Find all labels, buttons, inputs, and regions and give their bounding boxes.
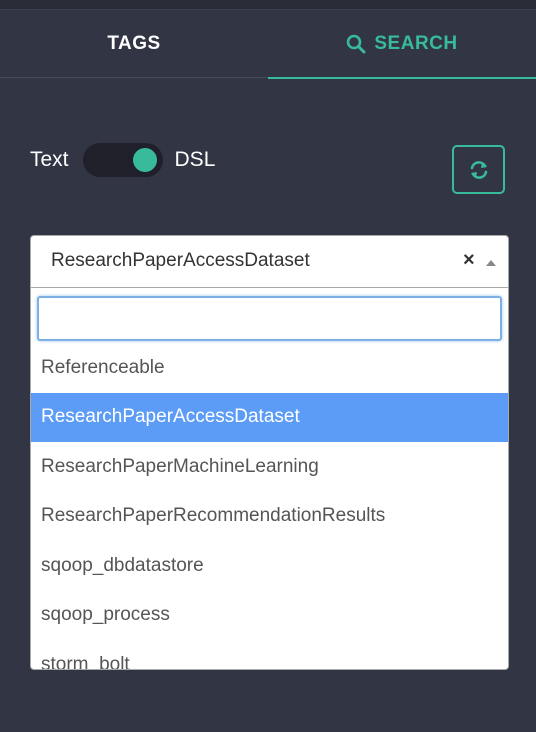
list-item[interactable]: ResearchPaperMachineLearning xyxy=(31,442,508,492)
top-bar xyxy=(0,0,536,10)
list-item[interactable]: ResearchPaperRecommendationResults xyxy=(31,492,508,542)
select-search-input[interactable] xyxy=(37,296,502,341)
type-select: ResearchPaperAccessDataset × Referenceab… xyxy=(30,235,509,670)
list-item[interactable]: storm_bolt xyxy=(31,640,508,669)
tab-tags-label: TAGS xyxy=(107,33,161,54)
search-icon xyxy=(347,34,366,54)
list-item[interactable]: ResearchPaperAccessDataset xyxy=(31,392,508,442)
options-list: Referenceable ResearchPaperAccessDataset R… xyxy=(31,343,508,669)
active-tab-indicator xyxy=(268,77,536,79)
select-header[interactable]: ResearchPaperAccessDataset × xyxy=(31,236,508,288)
tab-search[interactable]: SEARCH xyxy=(268,10,536,79)
list-item[interactable]: sqoop_process xyxy=(31,591,508,641)
selected-value: ResearchPaperAccessDataset xyxy=(51,250,310,271)
tab-bar: TAGS SEARCH xyxy=(0,10,536,79)
chevron-up-icon[interactable] xyxy=(486,260,496,266)
refresh-icon xyxy=(470,160,487,179)
list-item[interactable]: sqoop_dbdatastore xyxy=(31,541,508,591)
tab-tags[interactable]: TAGS xyxy=(0,10,268,78)
toggle-knob xyxy=(132,148,157,172)
clear-icon[interactable]: × xyxy=(463,249,475,272)
tab-search-label: SEARCH xyxy=(374,33,458,54)
text-mode-label: Text xyxy=(30,148,69,171)
search-mode-switch: Text DSL xyxy=(30,142,215,178)
dsl-mode-label: DSL xyxy=(174,148,216,171)
refresh-button[interactable] xyxy=(452,145,505,194)
list-item[interactable]: Referenceable xyxy=(31,343,508,393)
mode-toggle[interactable] xyxy=(82,143,163,177)
